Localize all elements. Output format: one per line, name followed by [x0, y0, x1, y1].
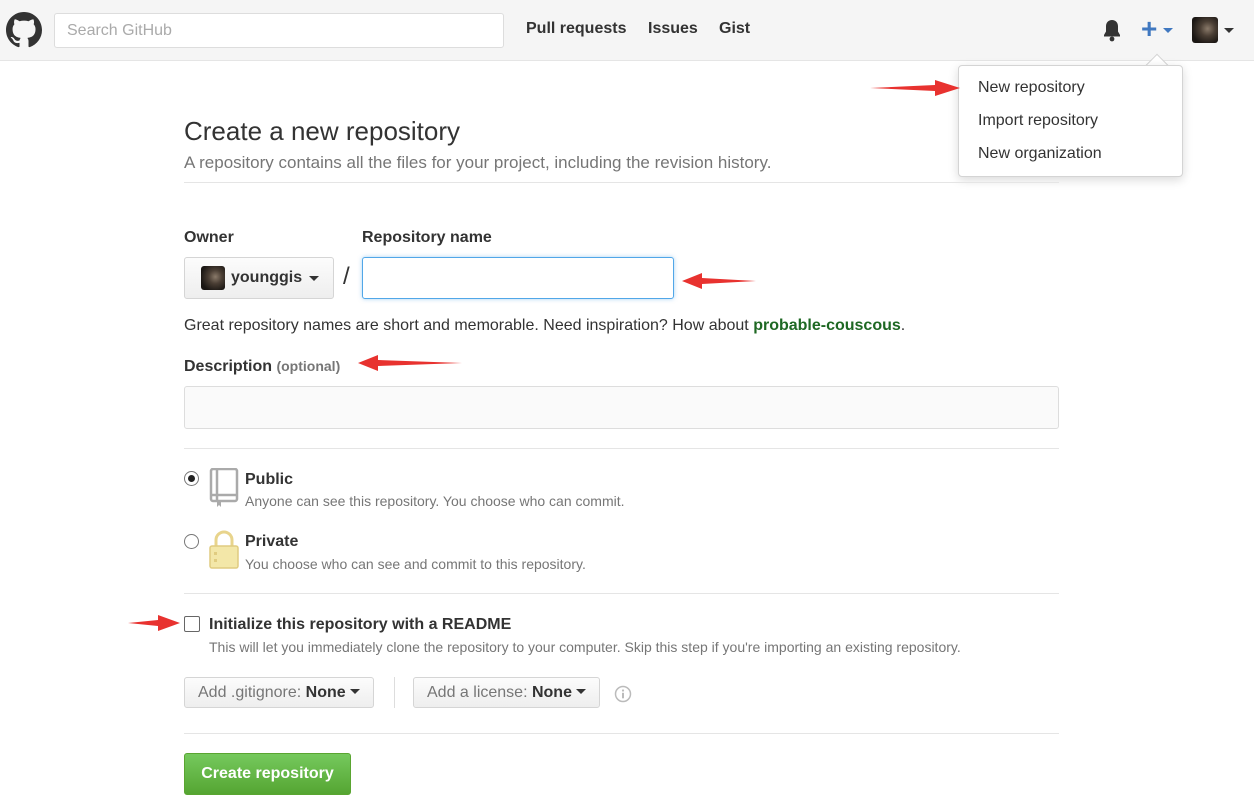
annotation-arrow-icon — [358, 355, 462, 371]
chevron-down-icon — [1163, 28, 1173, 33]
avatar — [201, 266, 225, 290]
bell-icon[interactable] — [1101, 18, 1123, 42]
private-title: Private — [245, 533, 299, 550]
divider — [184, 182, 1059, 183]
chevron-down-icon — [1224, 28, 1234, 33]
github-logo-icon[interactable] — [6, 12, 42, 48]
page-title: Create a new repository — [184, 116, 461, 146]
top-header: Pull requests Issues Gist + — [0, 0, 1254, 61]
hint-suffix: . — [900, 317, 906, 334]
search-input[interactable] — [54, 13, 504, 48]
private-radio[interactable] — [184, 534, 199, 549]
nav-gist[interactable]: Gist — [719, 20, 750, 38]
owner-label: Owner — [184, 229, 234, 246]
repo-name-label: Repository name — [362, 229, 492, 246]
gitignore-select-button[interactable]: Add .gitignore: None — [184, 677, 374, 708]
readme-checkbox[interactable] — [184, 616, 200, 632]
description-label: Description (optional) — [184, 358, 340, 376]
gitignore-value: None — [305, 684, 346, 701]
lock-icon — [209, 530, 239, 569]
divider — [184, 733, 1059, 734]
repo-name-hint: Great repository names are short and mem… — [184, 317, 905, 335]
menu-item-new-repository[interactable]: New repository — [978, 79, 1085, 97]
nav-issues[interactable]: Issues — [648, 20, 698, 38]
create-new-dropdown: New repository Import repository New org… — [958, 65, 1183, 177]
private-description: You choose who can see and commit to thi… — [245, 556, 586, 572]
create-repository-button[interactable]: Create repository — [184, 753, 351, 795]
repo-book-icon — [209, 468, 239, 507]
public-description: Anyone can see this repository. You choo… — [245, 493, 625, 509]
public-title: Public — [245, 471, 294, 488]
annotation-arrow-icon — [128, 615, 180, 631]
hint-text: Great repository names are short and mem… — [184, 317, 754, 334]
divider — [184, 448, 1059, 449]
description-input[interactable] — [184, 386, 1059, 429]
annotation-arrow-icon — [870, 80, 960, 96]
chevron-down-icon — [309, 276, 319, 281]
license-prefix: Add a license: — [427, 684, 528, 701]
vertical-divider — [394, 677, 395, 708]
readme-description: This will let you immediately clone the … — [209, 639, 961, 655]
annotation-arrow-icon — [682, 273, 756, 289]
user-menu-button[interactable] — [1192, 17, 1237, 43]
gitignore-prefix: Add .gitignore: — [198, 684, 302, 701]
chevron-down-icon — [575, 689, 586, 695]
optional-tag: (optional) — [276, 358, 341, 374]
page-subtitle: A repository contains all the files for … — [184, 153, 772, 172]
repo-name-input[interactable] — [362, 257, 674, 299]
owner-repo-separator: / — [343, 263, 350, 290]
info-icon[interactable] — [614, 685, 632, 703]
avatar — [1192, 17, 1218, 43]
divider — [184, 593, 1059, 594]
owner-name: younggis — [231, 269, 303, 286]
nav-pull-requests[interactable]: Pull requests — [526, 20, 626, 38]
menu-item-import-repository[interactable]: Import repository — [978, 112, 1098, 130]
license-select-button[interactable]: Add a license: None — [413, 677, 600, 708]
owner-select-button[interactable]: younggis — [184, 257, 334, 299]
plus-icon: + — [1141, 13, 1158, 44]
description-label-text: Description — [184, 358, 273, 375]
suggested-name-link[interactable]: probable-couscous — [753, 317, 901, 334]
chevron-down-icon — [349, 689, 360, 695]
public-radio[interactable] — [184, 471, 199, 486]
menu-item-new-organization[interactable]: New organization — [978, 145, 1102, 163]
license-value: None — [531, 684, 572, 701]
readme-label[interactable]: Initialize this repository with a README — [209, 616, 511, 634]
create-new-menu-button[interactable]: + — [1141, 13, 1177, 44]
